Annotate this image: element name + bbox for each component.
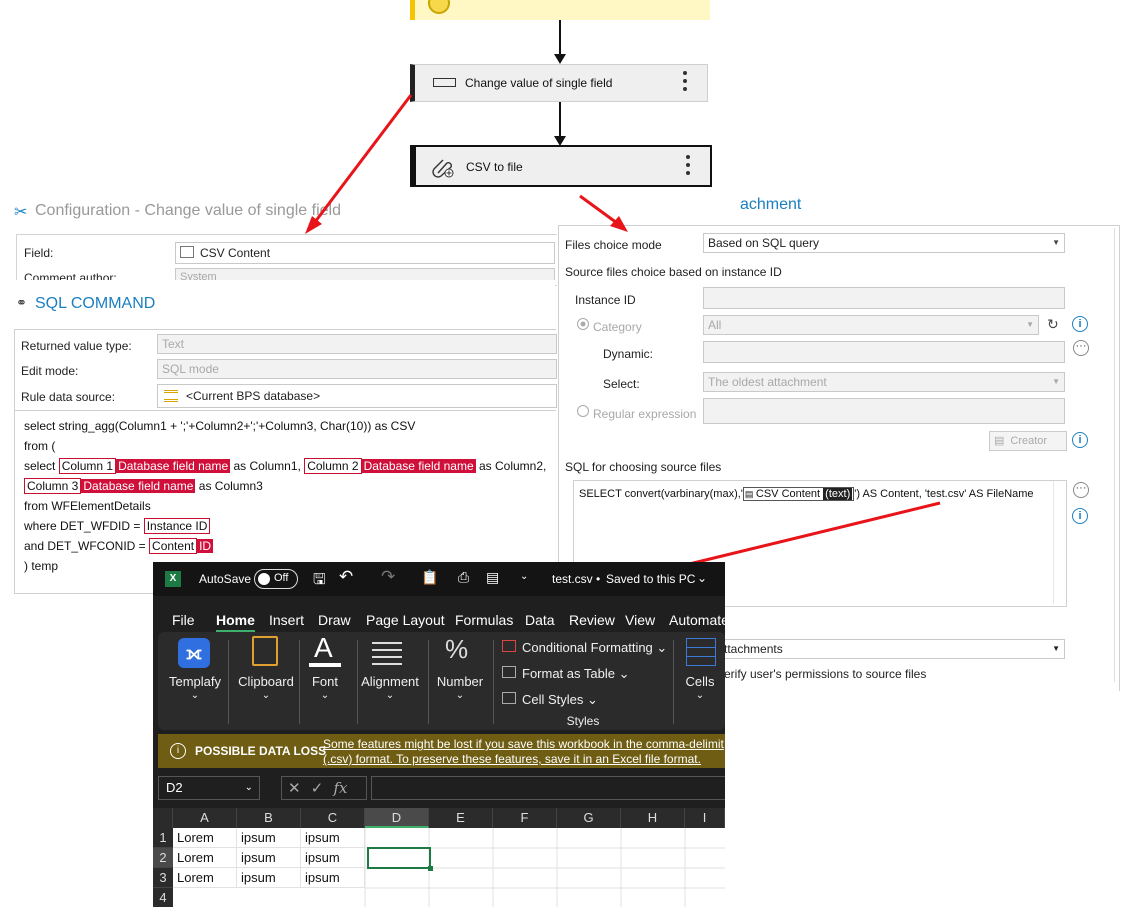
cells-button[interactable]: Cells: [678, 674, 722, 689]
column-header[interactable]: H: [621, 808, 685, 828]
name-box[interactable]: D2 ⌄: [158, 776, 260, 800]
font-icon[interactable]: A: [314, 632, 333, 664]
cell-styles-icon: [502, 692, 516, 704]
column-header[interactable]: D: [365, 808, 429, 828]
number-button[interactable]: Number: [430, 674, 490, 689]
menu-automate[interactable]: Automate: [669, 612, 725, 628]
styles-group-label: Styles: [566, 714, 600, 728]
document-icon[interactable]: ▤: [486, 569, 499, 586]
percent-icon[interactable]: %: [445, 634, 468, 665]
column-header[interactable]: B: [237, 808, 301, 828]
excel-window: X AutoSave Off 🖫 ↶ ↷ 📋 ⎙ ▤ ⌄ test.csv • …: [153, 562, 725, 907]
save-status[interactable]: Saved to this PC: [606, 572, 695, 586]
paste-icon[interactable]: 📋: [421, 569, 438, 586]
column-header[interactable]: E: [429, 808, 493, 828]
title-bar: X AutoSave Off 🖫 ↶ ↷ 📋 ⎙ ▤ ⌄ test.csv • …: [153, 562, 725, 596]
info-icon: i: [170, 743, 186, 759]
alignment-icon[interactable]: [372, 642, 402, 665]
format-as-table-button[interactable]: Format as Table ⌄: [522, 666, 629, 682]
selected-cell-D2[interactable]: [367, 847, 431, 869]
cells-icon[interactable]: [686, 638, 716, 666]
menu-data[interactable]: Data: [525, 612, 555, 628]
menu-formulas[interactable]: Formulas: [455, 612, 513, 628]
fill-handle[interactable]: [428, 866, 433, 871]
formula-actions: ✕ ✓ fx: [281, 776, 367, 800]
menu-home[interactable]: Home: [216, 612, 255, 632]
alignment-button[interactable]: Alignment: [358, 674, 422, 689]
menu-view[interactable]: View: [625, 612, 655, 628]
clipboard-icon[interactable]: [252, 636, 278, 666]
format-table-icon: [502, 666, 516, 678]
cancel-icon[interactable]: ✕: [288, 780, 301, 797]
file-name[interactable]: test.csv: [552, 572, 593, 586]
chevron-down-icon[interactable]: ⌄: [697, 571, 707, 585]
column-header[interactable]: G: [557, 808, 621, 828]
function-icon[interactable]: fx: [334, 779, 348, 797]
templafy-button[interactable]: Templafy: [166, 674, 224, 689]
warning-link[interactable]: Some features might be lost if you save …: [323, 737, 724, 751]
templafy-icon[interactable]: ⟗: [178, 638, 210, 668]
menu-page-layout[interactable]: Page Layout: [366, 612, 445, 628]
clipboard-button[interactable]: Clipboard: [234, 674, 298, 689]
ribbon: ⟗ Templafy ⌄ Clipboard ⌄ A Font ⌄ Alignm…: [158, 632, 725, 730]
warning-title: POSSIBLE DATA LOSS: [195, 744, 327, 758]
enter-icon[interactable]: ✓: [311, 780, 324, 797]
column-header[interactable]: F: [493, 808, 557, 828]
formula-bar[interactable]: [371, 776, 725, 800]
row-header[interactable]: 4: [153, 888, 173, 907]
data-loss-warning: i POSSIBLE DATA LOSS Some features might…: [158, 734, 725, 768]
column-header[interactable]: I: [685, 808, 725, 828]
grid-lines: [364, 828, 725, 907]
row-header[interactable]: 3: [153, 868, 173, 888]
menu-insert[interactable]: Insert: [269, 612, 304, 628]
autosave-label: AutoSave: [199, 572, 252, 586]
excel-logo-icon: X: [165, 571, 181, 587]
redo-icon[interactable]: ↷: [381, 567, 395, 587]
print-preview-icon[interactable]: ⎙: [458, 569, 469, 586]
column-header[interactable]: A: [173, 808, 237, 828]
autosave-toggle[interactable]: Off: [254, 569, 298, 589]
menu-review[interactable]: Review: [569, 612, 615, 628]
conditional-formatting-button[interactable]: Conditional Formatting ⌄: [522, 640, 667, 656]
column-header[interactable]: C: [301, 808, 365, 828]
font-button[interactable]: Font: [304, 674, 346, 689]
cell-styles-button[interactable]: Cell Styles ⌄: [522, 692, 598, 708]
conditional-formatting-icon: [502, 640, 516, 652]
warning-link[interactable]: (.csv) format. To preserve these feature…: [323, 752, 701, 766]
save-icon[interactable]: 🖫: [313, 569, 326, 594]
row-header[interactable]: 1: [153, 828, 173, 848]
undo-icon[interactable]: ↶: [339, 567, 353, 587]
worksheet-grid[interactable]: A B C D E F G H I 1 2 3 4 Lorem ipsum ip…: [153, 808, 725, 907]
customize-icon[interactable]: ⌄: [520, 571, 528, 582]
menu-draw[interactable]: Draw: [318, 612, 351, 628]
menu-file[interactable]: File: [172, 612, 195, 628]
row-header[interactable]: 2: [153, 848, 173, 868]
